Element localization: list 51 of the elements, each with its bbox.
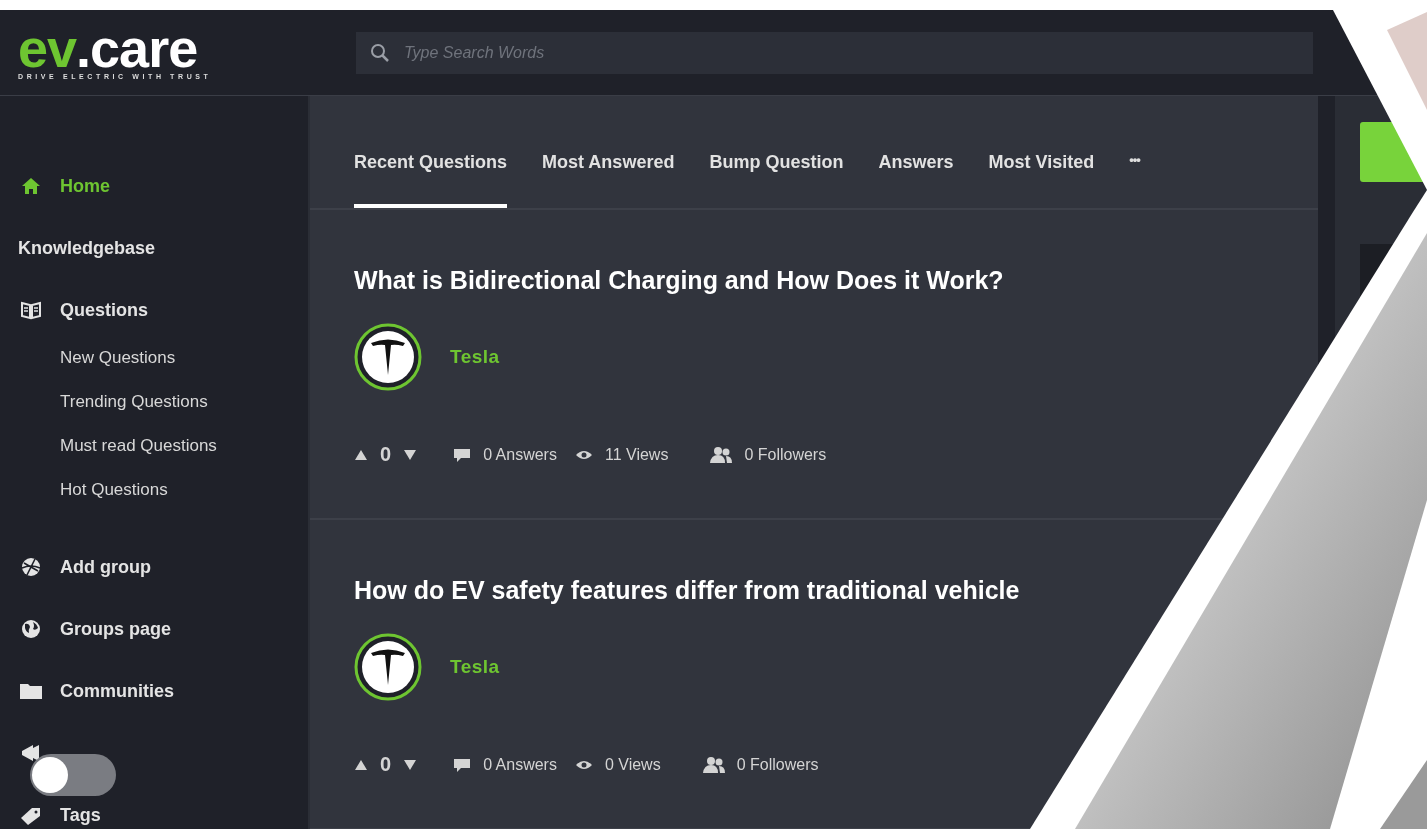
followers-icon <box>710 445 733 464</box>
logo-text[interactable]: ev <box>18 25 77 71</box>
home-icon <box>21 177 41 195</box>
author-avatar[interactable] <box>354 633 422 701</box>
views-count: 0 Views <box>604 755 661 774</box>
eye-icon <box>574 448 593 461</box>
eye-icon <box>574 758 593 771</box>
sidebar-link[interactable]: Knowledgebase <box>18 237 156 259</box>
search-icon <box>370 42 390 63</box>
folder-icon <box>19 681 43 701</box>
tab[interactable]: Most Visited <box>988 152 1095 208</box>
tab[interactable]: Recent Questions <box>354 152 508 208</box>
vote-count: 0 <box>380 753 392 776</box>
book-icon <box>20 300 42 320</box>
toggle-switch[interactable] <box>30 754 116 796</box>
comment-icon <box>453 756 472 773</box>
sidebar-link[interactable]: New Questions <box>60 348 176 368</box>
answers-count: 0 Answers <box>483 755 557 774</box>
logo-text[interactable]: .care <box>76 25 198 71</box>
tab[interactable]: Bump Question <box>709 152 844 208</box>
author-avatar[interactable] <box>354 323 422 391</box>
followers-icon <box>702 755 725 774</box>
tab[interactable]: Most Answered <box>542 152 675 208</box>
vote-count: 0 <box>380 443 392 466</box>
more-button[interactable]: ••• <box>1129 152 1140 208</box>
author-link[interactable]: Tesla <box>450 346 500 368</box>
sidebar-link[interactable]: Tags <box>60 804 101 826</box>
sidebar-link[interactable]: Groups page <box>60 618 171 640</box>
upvote-icon[interactable] <box>354 758 368 771</box>
downvote-icon[interactable] <box>403 758 418 771</box>
globe-icon <box>20 618 42 640</box>
sidebar-link[interactable]: Hot Questions <box>60 480 168 500</box>
comment-icon <box>453 446 472 463</box>
question-title[interactable]: What is Bidirectional Charging and How Does it Work? <box>354 266 1004 295</box>
tab[interactable]: Answers <box>878 152 954 208</box>
sidebar-link[interactable]: Communities <box>60 680 174 702</box>
sidebar-link[interactable]: Must read Questions <box>60 436 217 456</box>
sidebar-link[interactable]: Home <box>60 175 110 197</box>
question-title[interactable]: How do EV safety features differ from traditional vehicle <box>354 576 1020 605</box>
answers-count: 0 Answers <box>483 445 557 464</box>
sidebar-link[interactable]: Questions <box>60 299 148 321</box>
sidebar-link[interactable]: Trending Questions <box>60 392 208 412</box>
upvote-icon[interactable] <box>354 448 368 461</box>
ball-icon <box>20 556 42 578</box>
views-count: 11 Views <box>604 445 669 464</box>
search-field[interactable]: Type Search Words <box>356 31 1313 74</box>
author-link[interactable]: Tesla <box>450 656 500 678</box>
followers-count: 0 Followers <box>744 445 827 464</box>
followers-count: 0 Followers <box>736 755 819 774</box>
downvote-icon[interactable] <box>403 448 418 461</box>
sidebar-link[interactable]: Add group <box>60 556 151 578</box>
